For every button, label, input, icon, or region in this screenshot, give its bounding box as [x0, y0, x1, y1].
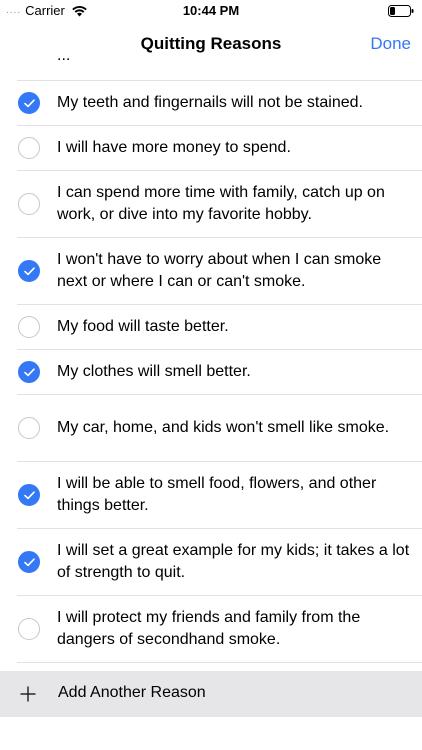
reason-text: I will be able to smell food, flowers, a… [57, 474, 377, 514]
reason-row[interactable]: I can spend more time with family, catch… [0, 170, 422, 237]
reason-row[interactable]: My car, home, and kids won't smell like … [0, 394, 422, 461]
reason-row[interactable]: I will be able to smell food, flowers, a… [0, 461, 422, 528]
battery-icon [388, 5, 414, 17]
status-bar: .... Carrier 10:44 PM [0, 0, 422, 22]
reason-text: I will have more money to spend. [57, 138, 291, 156]
reasons-list[interactable]: ... My teeth and fingernails will not be… [0, 58, 422, 671]
reason-text: I won't have to worry about when I can s… [57, 250, 382, 290]
reason-rows: My teeth and fingernails will not be sta… [0, 80, 422, 663]
reason-row[interactable]: I will set a great example for my kids; … [0, 528, 422, 595]
reason-text: I will set a great example for my kids; … [57, 541, 410, 581]
reason-text: I can spend more time with family, catch… [57, 183, 385, 223]
checkmark-icon[interactable] [18, 91, 40, 114]
reason-row[interactable]: I will have more money to spend. [0, 125, 422, 170]
reason-row[interactable]: I will protect my friends and family fro… [0, 595, 422, 662]
checkmark-icon[interactable] [18, 136, 40, 159]
screen: .... Carrier 10:44 PM Quitting Reasons D… [0, 0, 422, 750]
checkmark-icon[interactable] [18, 315, 40, 338]
list-item-partial: ... [0, 58, 422, 80]
page-title: Quitting Reasons [140, 34, 282, 53]
done-button[interactable]: Done [370, 34, 411, 54]
checkmark-icon[interactable] [18, 550, 40, 573]
add-reason-button[interactable]: Add Another Reason [0, 671, 422, 717]
reason-text: My teeth and fingernails will not be sta… [57, 93, 363, 111]
checkmark-icon[interactable] [18, 192, 40, 215]
reason-text: My clothes will smell better. [57, 362, 251, 380]
add-reason-label: Add Another Reason [58, 684, 206, 701]
reason-text: My food will taste better. [57, 317, 229, 335]
list-bottom-separator [17, 662, 422, 663]
partial-item-text: ... [57, 58, 70, 65]
reason-row[interactable]: I won't have to worry about when I can s… [0, 237, 422, 304]
reason-text: I will protect my friends and family fro… [57, 608, 361, 648]
plus-icon [20, 686, 36, 702]
reason-row[interactable]: My teeth and fingernails will not be sta… [0, 80, 422, 125]
checkmark-icon[interactable] [18, 617, 40, 640]
checkmark-icon[interactable] [18, 416, 40, 439]
checkmark-icon[interactable] [18, 483, 40, 506]
reason-row[interactable]: My food will taste better. [0, 304, 422, 349]
checkmark-icon[interactable] [18, 259, 40, 282]
reason-row[interactable]: My clothes will smell better. [0, 349, 422, 394]
reason-text: My car, home, and kids won't smell like … [57, 418, 390, 436]
status-time: 10:44 PM [182, 3, 240, 18]
checkmark-icon[interactable] [18, 360, 40, 383]
